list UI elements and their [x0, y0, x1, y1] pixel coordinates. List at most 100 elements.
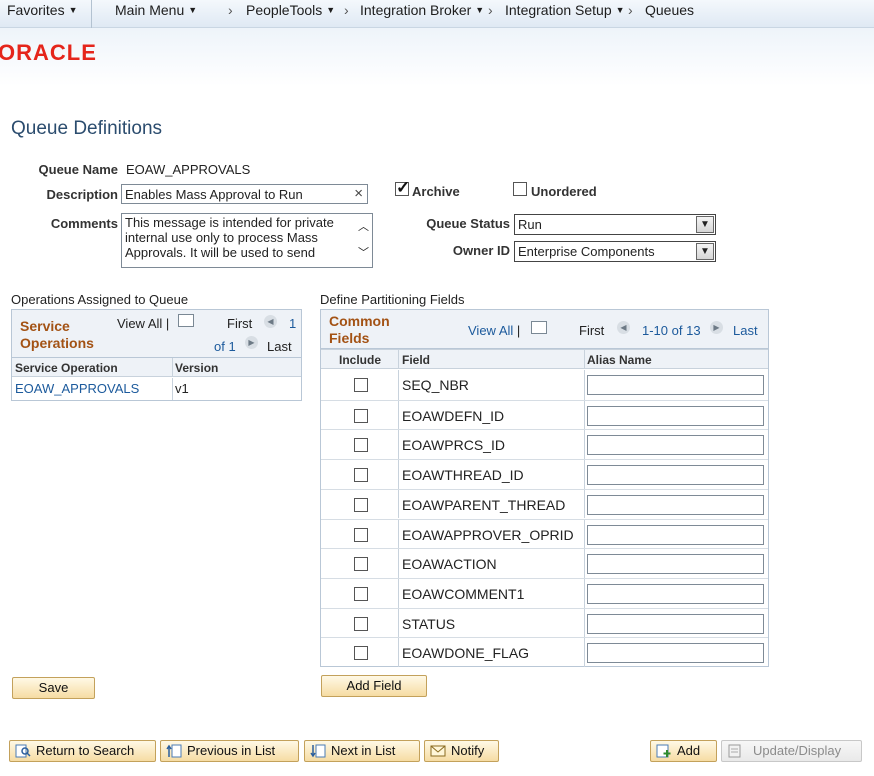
alias-name-input[interactable] [587, 375, 764, 395]
alias-name-input[interactable] [587, 524, 764, 545]
include-checkbox[interactable] [354, 646, 368, 661]
include-checkbox[interactable] [354, 408, 368, 423]
include-checkbox[interactable] [354, 438, 368, 453]
main-menu[interactable]: Main Menu ▼ [115, 2, 197, 18]
update-display-button[interactable]: Update/Display [721, 740, 862, 762]
include-checkbox[interactable] [354, 586, 368, 601]
page-number: 1 [289, 316, 297, 331]
col-divider [398, 489, 399, 519]
unordered-checkbox[interactable] [513, 182, 527, 196]
table-row: EOAWAPPROVER_OPRID [321, 518, 768, 549]
grid-title-line1: Common [329, 313, 390, 329]
col-divider [398, 400, 399, 430]
queue-status-select[interactable]: Run ▼ [514, 214, 716, 235]
comments-textarea[interactable]: This message is intended for private int… [121, 213, 373, 268]
page-of: of 1 [214, 339, 236, 354]
breadcrumb-label: PeopleTools [246, 2, 323, 18]
breadcrumb-separator-icon: › [628, 2, 633, 18]
col-divider [584, 400, 585, 430]
top-navigation-bar: Favorites ▼ Main Menu ▼ › PeopleTools ▼ › I… [0, 0, 874, 28]
comments-scrollbar[interactable]: ︿ ﹀ [354, 214, 372, 267]
breadcrumb-queues[interactable]: Queues [645, 2, 694, 18]
col-service-operation: Service Operation [15, 361, 118, 375]
last-link[interactable]: Last [733, 323, 758, 338]
alias-name-input[interactable] [587, 554, 764, 575]
description-input[interactable]: Enables Mass Approval to Run × [121, 184, 368, 204]
view-all-link[interactable]: View All | [117, 316, 169, 331]
table-row: EOAWACTION [321, 548, 768, 578]
field-name: EOAWACTION [402, 556, 497, 573]
field-name: SEQ_NBR [402, 377, 469, 393]
include-checkbox[interactable] [354, 378, 368, 392]
next-icon[interactable]: ▶ [245, 336, 258, 349]
col-include: Include [339, 353, 382, 367]
grid-title: Common Fields [329, 313, 390, 347]
owner-id-select[interactable]: Enterprise Components ▼ [514, 241, 716, 262]
col-divider [584, 578, 585, 608]
breadcrumb-integration-setup[interactable]: Integration Setup ▼ [505, 2, 625, 18]
scroll-down-icon[interactable]: ﹀ [358, 246, 369, 261]
include-checkbox[interactable] [354, 527, 368, 542]
col-divider [398, 430, 399, 460]
table-row: EOAWTHREAD_ID [321, 459, 768, 489]
operation-link[interactable]: EOAW_APPROVALS [15, 381, 139, 396]
comments-value: This message is intended for private int… [125, 215, 334, 260]
chevron-down-icon[interactable]: ▼ [696, 243, 714, 260]
checkmark-icon: ✓ [396, 178, 411, 197]
previous-icon[interactable]: ◀ [617, 321, 630, 334]
chevron-down-icon[interactable]: ▼ [696, 216, 714, 233]
grid-expand-icon[interactable] [531, 321, 547, 334]
envelope-icon [430, 745, 446, 757]
field-name: EOAWCOMMENT1 [402, 585, 525, 602]
chevron-down-icon: ▼ [615, 5, 625, 15]
breadcrumb-integration-broker[interactable]: Integration Broker ▼ [360, 2, 484, 18]
next-icon[interactable]: ▶ [710, 321, 723, 334]
view-all-link[interactable]: View All | [468, 323, 520, 338]
alias-name-input[interactable] [587, 613, 764, 634]
clear-icon[interactable]: × [354, 185, 363, 202]
table-row: EOAW_APPROVALS v1 [12, 378, 301, 400]
operations-column-header: Service Operation Version [12, 358, 301, 377]
field-name: EOAWDEFN_ID [402, 407, 505, 424]
chevron-down-icon: ▼ [326, 5, 336, 15]
alias-name-input[interactable] [587, 465, 764, 486]
archive-checkbox[interactable]: ✓ [395, 178, 410, 197]
include-checkbox[interactable] [354, 468, 368, 483]
table-row: EOAWCOMMENT1 [321, 577, 768, 608]
col-divider [398, 350, 399, 369]
scroll-up-icon[interactable]: ︿ [358, 220, 369, 235]
nav-divider [91, 0, 92, 28]
return-to-search-button[interactable]: Return to Search [9, 740, 156, 762]
next-in-list-button[interactable]: Next in List [304, 740, 420, 762]
grid-title-line1: Service [20, 318, 70, 334]
favorites-menu[interactable]: Favorites ▼ [7, 2, 78, 18]
chevron-down-icon: ▼ [475, 5, 485, 15]
previous-icon[interactable]: ◀ [264, 315, 277, 328]
include-checkbox[interactable] [354, 616, 368, 631]
add-button[interactable]: Add [650, 740, 717, 762]
field-name: EOAWTHREAD_ID [402, 467, 524, 484]
include-checkbox[interactable] [354, 497, 368, 512]
view-all-label: View All [468, 323, 514, 338]
col-divider [584, 370, 585, 400]
alias-name-input[interactable] [587, 435, 764, 456]
alias-name-input[interactable] [587, 643, 764, 664]
queue-status-label: Queue Status [426, 216, 510, 231]
grid-expand-icon[interactable] [178, 314, 194, 327]
add-field-button[interactable]: Add Field [321, 675, 427, 697]
grid-title: Service Operations [20, 318, 94, 352]
previous-in-list-button[interactable]: Previous in List [160, 740, 299, 762]
notify-button[interactable]: Notify [424, 740, 499, 762]
operations-grid-header: Service Operations View All | First ◀ 1 … [12, 310, 301, 358]
alias-name-input[interactable] [587, 494, 764, 515]
main-menu-label: Main Menu [115, 2, 185, 18]
partitioning-grid-header: Common Fields View All | First ◀ 1-10 of… [321, 310, 768, 349]
oracle-logo: ORACLE [0, 40, 97, 65]
save-button[interactable]: Save [12, 677, 95, 699]
include-checkbox[interactable] [354, 557, 368, 572]
alias-name-input[interactable] [587, 405, 764, 426]
table-row: EOAWDEFN_ID [321, 399, 768, 430]
alias-name-input[interactable] [587, 583, 764, 604]
breadcrumb-peopletools[interactable]: PeopleTools ▼ [246, 2, 335, 18]
operations-grid: Service Operations View All | First ◀ 1 … [11, 309, 302, 401]
